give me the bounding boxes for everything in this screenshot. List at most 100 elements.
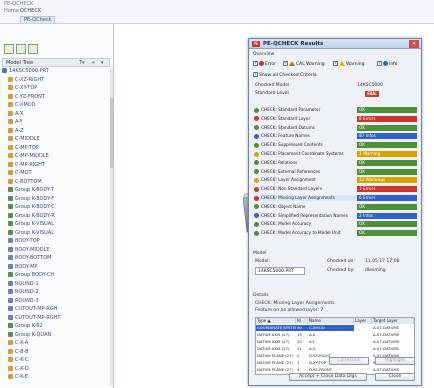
accept-close-button[interactable]: Accept + Close Data Dlgs <box>289 373 367 381</box>
tree-expand-icon[interactable]: + <box>91 60 95 66</box>
tree-item[interactable]: Group K-BODY-F <box>2 195 112 203</box>
checkbox[interactable] <box>253 60 258 67</box>
tree-item[interactable]: ROUND-2 <box>2 289 112 296</box>
checkbox[interactable] <box>253 71 258 78</box>
tree-item[interactable]: CUTOUT-MP-RGH <box>2 306 112 313</box>
check-row[interactable]: CHECK: Relations OK <box>253 159 417 166</box>
check-row[interactable]: CHECK: External References OK <box>253 168 417 175</box>
tree-item[interactable]: Group BODY-CH <box>2 272 112 279</box>
tree-item[interactable]: Group K-B2 <box>2 323 112 330</box>
tree-item[interactable]: BODY-TOP <box>2 238 112 245</box>
tree-item[interactable]: C-MP-RIGHT <box>2 161 112 169</box>
table-cell: C-XMOD <box>308 325 354 331</box>
check-row[interactable]: CHECK: Feature Names 87 Infos <box>253 133 417 140</box>
check-row[interactable]: CHECK: Placement Coordinate Systems 1 War… <box>253 151 417 157</box>
table-row[interactable]: COORDINATE SYSTEM (9)90C-XMOD A-07-DATUMS <box>256 325 414 331</box>
column-header[interactable]: Id <box>296 318 308 324</box>
tree-item[interactable]: Group K-VISUAL <box>2 229 112 237</box>
checkbox[interactable] <box>283 60 288 67</box>
tree-menu-icon[interactable]: ▾ <box>101 60 104 66</box>
tree-item[interactable]: C-K-D <box>2 365 112 373</box>
tree-item[interactable]: 14KSC5000.PRT <box>2 68 112 75</box>
check-name: CHECK: Suppressed Contents <box>261 142 323 148</box>
tree-item[interactable]: Group K-QUAN <box>2 331 112 339</box>
tree-item-label: C-MP-RIGHT <box>15 161 45 168</box>
dialog-title: PE-QCHECK Results <box>263 41 324 47</box>
tree-item[interactable]: C-K-C <box>2 357 112 364</box>
scrollbar-thumb[interactable] <box>110 98 113 168</box>
tree-item[interactable]: BODY-BOTTOM <box>2 255 112 262</box>
column-header[interactable]: Type ▲ <box>256 318 296 324</box>
tree-filter-icon[interactable]: T▾ <box>79 60 85 66</box>
ribbon: PE-QCHECK Home QCHECK PE-QCheck <box>0 0 434 24</box>
tree-item[interactable]: A-Z <box>2 127 112 135</box>
tree-item[interactable]: C-MIDDLE <box>2 136 112 143</box>
layer-view-icon[interactable] <box>16 44 26 54</box>
tree-item[interactable]: ROUND-1 <box>2 280 112 288</box>
tree-item[interactable]: C-XZ-RIGHT <box>2 76 112 84</box>
table-row[interactable]: DATUM AXIS (27) 19 A-X A-07-DATUMS <box>256 332 414 338</box>
tree-item[interactable]: C-MP-MIDDLE <box>2 153 112 160</box>
tree-item[interactable]: A-X <box>2 110 112 118</box>
highlight-button[interactable]: Highlight <box>375 357 415 365</box>
check-row[interactable]: CHECK: Suppressed Contents OK <box>253 142 417 149</box>
tree-item[interactable]: C-K-A <box>2 340 112 347</box>
table-row[interactable]: DATUM AXIS (27) 20 A-Y A-07-DATUMS <box>256 339 414 345</box>
table-row[interactable]: DATUM AXIS (27) 21 A-Z A-07-DATUMS <box>256 346 414 352</box>
check-row[interactable]: CHECK: Non Standard Layers 1 Errors <box>253 186 417 193</box>
error-status-icon <box>254 195 259 201</box>
show-all-criteria[interactable]: Show all Checked Criteria <box>253 71 317 79</box>
ok-status-icon <box>254 125 259 131</box>
check-row[interactable]: CHECK: Model Accuracy to Model Unit OK <box>253 230 417 237</box>
subtab-pe-qcheck[interactable]: PE-QCheck <box>20 16 56 23</box>
checkbox[interactable] <box>377 60 382 67</box>
check-row[interactable]: CHECK: Missing Layer Assignments 6 Errors <box>253 195 417 201</box>
column-header[interactable]: Layer <box>354 318 372 324</box>
check-row[interactable]: CHECK: Standard Layer 8 Errors <box>253 115 417 122</box>
filter-warning[interactable]: Warning <box>333 60 365 68</box>
check-row[interactable]: CHECK: Model Accuracy OK <box>253 221 417 228</box>
tree-item-label: CUTOUT-MP-RGH <box>15 306 58 312</box>
filter-error[interactable]: Error <box>253 60 276 68</box>
filter-cal-warning[interactable]: CAL Warning <box>283 60 325 68</box>
check-row[interactable]: CHECK: Standard Datums OK <box>253 124 417 131</box>
settings-view-icon[interactable] <box>28 44 38 54</box>
table-cell: DATUM AXIS (27) <box>257 346 290 351</box>
tree-item[interactable]: Group K-BODY-C <box>2 204 112 211</box>
tree-item[interactable]: ROUND-3 <box>2 297 112 305</box>
check-row[interactable]: CHECK: Object Name OK <box>253 203 417 210</box>
tree-item[interactable]: Group K-BODY-R <box>2 212 112 220</box>
tree-item[interactable]: C-MOT <box>2 170 112 177</box>
tree-item[interactable]: CUTOUT-MP-RGHT <box>2 314 112 322</box>
check-row[interactable]: CHECK: Simplified Representation Names 2 … <box>253 212 417 219</box>
check-name: CHECK: Relations <box>261 159 298 165</box>
tree-item[interactable]: C-B-B <box>2 348 112 356</box>
checkbox[interactable] <box>333 60 338 67</box>
column-header[interactable]: Name <box>308 318 354 324</box>
tree-item[interactable]: C-BOTTOM <box>2 178 112 186</box>
check-row[interactable]: CHECK: Layer Assignment 12 Warnings <box>253 177 417 184</box>
tree-item[interactable]: A-Y <box>2 119 112 126</box>
tree-item[interactable]: C-MP-TOP <box>2 144 112 152</box>
tab-qcheck[interactable]: QCHECK <box>20 8 41 14</box>
close-icon[interactable]: ✕ <box>409 40 419 48</box>
tree-item[interactable]: C-K-E <box>2 374 112 381</box>
tab-home[interactable]: Home <box>4 8 19 14</box>
tree-item[interactable]: Group K-BODY-T <box>2 187 112 194</box>
filter-info[interactable]: Info <box>377 60 398 68</box>
tree-item[interactable]: BODY-MP <box>2 263 112 271</box>
tree-item[interactable]: C-YZ-FRONT <box>2 93 112 101</box>
close-button[interactable]: Close <box>375 373 415 381</box>
tree-view-icon[interactable] <box>4 44 14 54</box>
tree-item[interactable]: BODY-MIDDLE <box>2 246 112 254</box>
correction-button[interactable]: Correction <box>329 357 369 365</box>
model-tree-scrollbar[interactable] <box>110 68 113 386</box>
tree-item[interactable]: C-XY-TOP <box>2 85 112 92</box>
tree-item[interactable]: Group K-VISUAL <box>2 221 112 228</box>
dialog-titlebar[interactable]: PE PE-QCHECK Results ✕ <box>249 39 421 49</box>
tree-item-label: BODY-MP <box>15 263 38 270</box>
tree-item-label: C-K-A <box>15 340 29 346</box>
check-row[interactable]: CHECK: Standard Parameter OK <box>253 107 417 113</box>
tree-item[interactable]: C-XMOD <box>2 102 112 109</box>
column-header[interactable]: Target Layer <box>372 318 414 324</box>
